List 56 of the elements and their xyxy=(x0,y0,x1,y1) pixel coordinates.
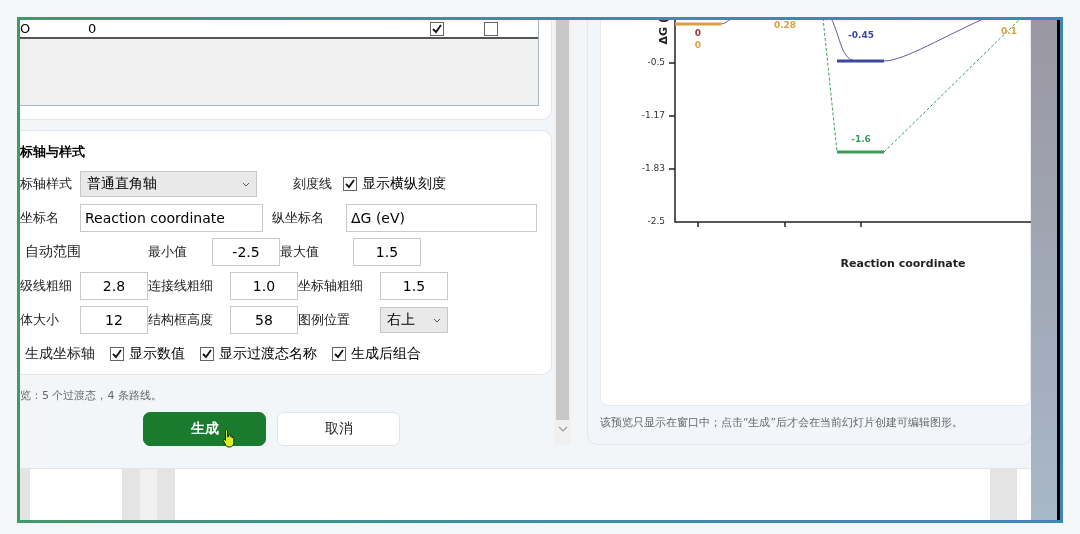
value-label: -1.6 xyxy=(851,134,871,144)
input-field[interactable]: 1.5 xyxy=(353,238,421,266)
field-label: 体大小 xyxy=(20,311,60,329)
input-field[interactable]: -2.5 xyxy=(212,238,280,266)
checkbox[interactable] xyxy=(110,347,124,361)
field-label: 级线粗细 xyxy=(20,277,73,295)
checkbox[interactable] xyxy=(200,347,214,361)
field-label: 图例位置 xyxy=(298,311,351,329)
y-tick-label: -0.5 xyxy=(647,57,665,67)
field-label: 纵坐标名 xyxy=(272,209,325,227)
generate-button[interactable]: 生成 xyxy=(143,412,266,446)
cancel-button[interactable]: 取消 xyxy=(277,412,400,446)
value-label: 0.28 xyxy=(773,20,797,30)
field-label: 最小值 xyxy=(148,243,188,261)
checkbox-label: 显示数值 xyxy=(129,345,185,363)
table-cell-text: O xyxy=(20,21,32,36)
field-label: 结构框高度 xyxy=(148,311,214,329)
field-label: 自动范围 xyxy=(25,243,82,261)
checkbox-label: 生成后组合 xyxy=(351,345,421,363)
field-label: 坐标名 xyxy=(20,209,60,227)
table-cell: 0 xyxy=(88,21,97,36)
field-label: 生成坐标轴 xyxy=(25,345,96,363)
dropdown[interactable]: 普通直角轴 xyxy=(80,171,257,197)
y-tick-label: -2.5 xyxy=(647,216,665,226)
field-label: 刻度线 xyxy=(293,175,333,193)
caret-icon xyxy=(242,181,250,187)
input-field[interactable]: 1.0 xyxy=(230,272,298,300)
checkbox[interactable] xyxy=(332,347,346,361)
input-field[interactable]: 58 xyxy=(230,306,298,334)
caption-text: 该预览只显示在窗口中；点击“生成”后才会在当前幻灯片创建可编辑图形。 xyxy=(600,416,964,430)
value-label: 0 xyxy=(694,40,702,50)
field-label: 标轴样式 xyxy=(20,175,73,193)
section-title: 标轴与样式 xyxy=(20,143,86,161)
value-label: 0 xyxy=(694,28,702,38)
x-axis-title: Reaction coordinate xyxy=(840,257,966,270)
summary-text: 览：5 个过渡态，4 条路线。 xyxy=(20,388,163,402)
input-field[interactable]: 1.5 xyxy=(380,272,448,300)
checkbox[interactable] xyxy=(343,177,357,191)
field-label: 坐标轴粗细 xyxy=(298,277,364,295)
checkbox[interactable] xyxy=(484,21,498,36)
value-label: 0.1 xyxy=(1001,26,1017,36)
checkbox-label: 显示过渡态名称 xyxy=(219,345,317,363)
field-label: 最大值 xyxy=(280,243,320,261)
y-tick-label: -1.83 xyxy=(641,163,665,173)
dropdown[interactable]: 右上 xyxy=(380,307,448,333)
y-tick-label: -1.17 xyxy=(641,110,665,120)
caret-icon xyxy=(433,317,441,323)
checkbox-label: 显示横纵刻度 xyxy=(362,175,446,193)
scrollbar[interactable] xyxy=(554,20,571,445)
value-label: -0.45 xyxy=(848,30,874,40)
input-field[interactable]: ΔG (eV) xyxy=(346,204,537,232)
input-field[interactable]: 12 xyxy=(80,306,148,334)
input-field[interactable]: Reaction coordinate xyxy=(80,204,263,232)
field-label: 连接线粗细 xyxy=(148,277,214,295)
checkbox[interactable] xyxy=(430,21,444,36)
input-field[interactable]: 2.8 xyxy=(80,272,148,300)
